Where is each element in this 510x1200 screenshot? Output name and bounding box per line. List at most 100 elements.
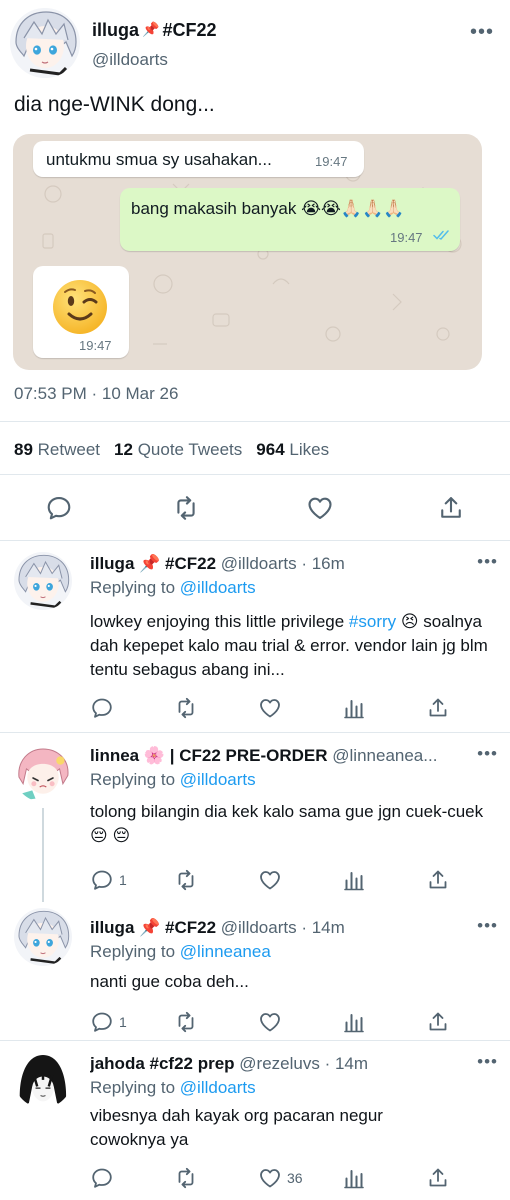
linnea-avatar-image [14, 744, 72, 802]
like-icon [306, 494, 334, 522]
like-button[interactable] [258, 1010, 282, 1034]
retweet-icon [174, 1010, 198, 1034]
reply-author-name[interactable]: jahoda #cf22 prep [90, 1054, 235, 1073]
divider [0, 421, 510, 422]
tweet-action-bar [0, 490, 510, 526]
replying-to-prefix: Replying to [90, 578, 176, 597]
replying-to: Replying to @linneanea [90, 942, 271, 962]
analytics-button[interactable] [342, 696, 366, 720]
share-button[interactable] [426, 868, 450, 892]
reply-button[interactable]: 1 [90, 1010, 127, 1034]
share-button[interactable] [426, 1166, 450, 1190]
reply-tweet[interactable]: illuga 📌 #CF22 @illdoarts · 14m ••• Repl… [0, 902, 510, 1034]
jahoda-avatar-image [14, 1050, 72, 1108]
main-tweet-header: illuga 📌 #CF22 @illdoarts ••• [10, 8, 500, 78]
tweet-timestamp[interactable]: 07:53 PM · 10 Mar 26 [14, 384, 178, 404]
retweet-button[interactable] [174, 696, 198, 720]
like-icon [258, 1166, 282, 1190]
reply-icon [45, 494, 73, 522]
more-options-icon[interactable]: ••• [477, 916, 498, 936]
share-button[interactable] [426, 1010, 450, 1034]
author-name[interactable]: illuga 📌 #CF22 [92, 20, 216, 41]
like-count[interactable]: 964 Likes [256, 440, 329, 459]
reply-button[interactable] [41, 490, 77, 526]
quote-count-value: 12 [114, 440, 133, 459]
avatar[interactable] [14, 552, 72, 610]
quote-count-label: Quote Tweets [137, 440, 243, 459]
more-options-icon[interactable]: ••• [477, 552, 498, 572]
replying-to: Replying to @illdoarts [90, 770, 256, 790]
avatar[interactable] [14, 1050, 72, 1108]
like-icon [258, 1010, 282, 1034]
reply-header: jahoda #cf22 prep @rezeluvs · 14m [90, 1054, 500, 1074]
reply-author-name[interactable]: linnea 🌸 | CF22 PRE-ORDER [90, 746, 328, 765]
avatar[interactable] [14, 908, 72, 966]
share-icon [426, 868, 450, 892]
chat-bubble-received: untukmu smua sy usahakan... 19:47 [33, 141, 364, 177]
avatar[interactable] [14, 744, 72, 802]
divider [0, 474, 510, 475]
share-icon [426, 1166, 450, 1190]
retweet-count-value: 89 [14, 440, 33, 459]
reply-header: linnea 🌸 | CF22 PRE-ORDER @linneanea... [90, 746, 460, 766]
reply-icon [90, 696, 114, 720]
chat-screenshot-image[interactable]: untukmu smua sy usahakan... 19:47 bang m… [13, 134, 482, 370]
like-button[interactable] [258, 868, 282, 892]
like-count: 36 [287, 1170, 303, 1186]
reply-icon [90, 868, 114, 892]
analytics-button[interactable] [342, 1166, 366, 1190]
replying-to-mention[interactable]: @illdoarts [180, 1078, 256, 1097]
more-options-icon[interactable]: ••• [477, 744, 498, 764]
retweet-button[interactable] [174, 1166, 198, 1190]
reply-text-part: lowkey enjoying this little privilege [90, 612, 349, 631]
like-button[interactable] [302, 490, 338, 526]
reply-author-name[interactable]: illuga 📌 #CF22 [90, 918, 216, 937]
retweet-icon [174, 868, 198, 892]
analytics-icon [342, 868, 366, 892]
reply-count: 1 [119, 1014, 127, 1030]
share-icon [426, 1010, 450, 1034]
retweet-count-label: Retweet [37, 440, 101, 459]
chat-message-time: 19:47 [79, 338, 112, 353]
replying-to-mention[interactable]: @illdoarts [180, 578, 256, 597]
reply-button[interactable]: 1 [90, 868, 127, 892]
avatar[interactable] [10, 8, 80, 78]
read-ticks-icon [433, 230, 449, 240]
analytics-button[interactable] [342, 868, 366, 892]
author-name-tag: #CF22 [162, 20, 217, 40]
retweet-button[interactable] [168, 490, 204, 526]
reply-button[interactable] [90, 696, 114, 720]
like-icon [258, 696, 282, 720]
analytics-button[interactable] [342, 1010, 366, 1034]
author-handle[interactable]: @illdoarts [92, 50, 168, 70]
replying-to-mention[interactable]: @illdoarts [180, 770, 256, 789]
retweet-button[interactable] [174, 1010, 198, 1034]
reply-text: nanti gue coba deh... [90, 972, 249, 991]
like-icon [258, 868, 282, 892]
quote-count[interactable]: 12 Quote Tweets [114, 440, 242, 459]
more-options-icon[interactable]: ••• [477, 1052, 498, 1072]
reply-text: vibesnya dah kayak org pacaran negur cow… [90, 1106, 383, 1149]
retweet-count[interactable]: 89 Retweet [14, 440, 100, 459]
reply-tweet[interactable]: linnea 🌸 | CF22 PRE-ORDER @linneanea... … [0, 732, 510, 902]
reply-text: lowkey enjoying this little privilege #s… [90, 610, 490, 682]
reply-button[interactable] [90, 1166, 114, 1190]
reply-meta: @illdoarts · 16m [220, 554, 345, 573]
hashtag-link[interactable]: #sorry [349, 612, 396, 631]
like-button[interactable] [258, 696, 282, 720]
author-display-name: illuga [92, 20, 140, 40]
share-button[interactable] [433, 490, 469, 526]
replying-to: Replying to @illdoarts [90, 578, 256, 598]
reply-tweet[interactable]: jahoda #cf22 prep @rezeluvs · 14m ••• Re… [0, 1040, 510, 1200]
share-button[interactable] [426, 696, 450, 720]
more-options-icon[interactable]: ••• [470, 22, 494, 42]
replying-to-mention[interactable]: @linneanea [180, 942, 271, 961]
reply-author-name[interactable]: illuga 📌 #CF22 [90, 554, 216, 573]
like-button[interactable]: 36 [258, 1166, 303, 1190]
retweet-button[interactable] [174, 868, 198, 892]
reply-tweet[interactable]: illuga 📌 #CF22 @illdoarts · 16m ••• Repl… [0, 540, 510, 732]
reply-action-bar: 1 [90, 1010, 450, 1034]
like-count-value: 964 [256, 440, 285, 459]
reply-action-bar: 36 [90, 1166, 450, 1190]
tweet-text: dia nge-WINK dong... [14, 93, 215, 116]
